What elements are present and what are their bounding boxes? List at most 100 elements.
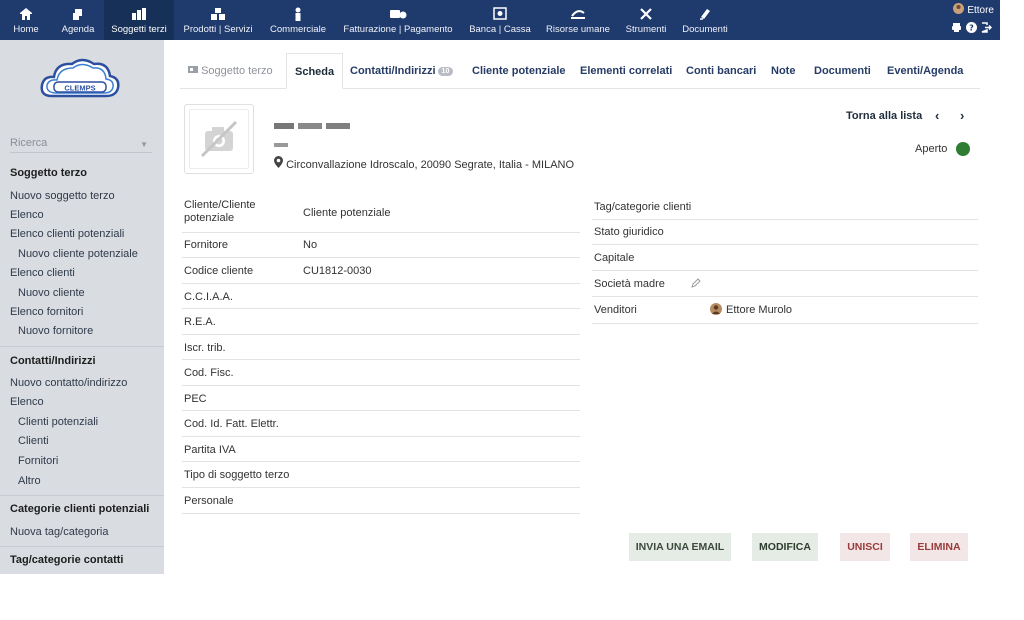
delete-button[interactable]: ELIMINA [910, 533, 968, 561]
merge-button[interactable]: UNISCI [840, 533, 890, 561]
tab-documenti[interactable]: Documenti [814, 53, 871, 89]
field-label: Fornitore [184, 239, 229, 251]
print-icon[interactable] [951, 22, 962, 36]
nav-agenda[interactable]: Agenda [54, 0, 102, 40]
user-menu[interactable]: Ettore [953, 3, 994, 17]
nav-documenti[interactable]: Documenti [676, 0, 734, 40]
field-row: Venditori Ettore Murolo [592, 297, 978, 324]
sidebar-divider [0, 495, 164, 496]
company-name-redacted [274, 121, 352, 129]
field-row: Fornitore No [182, 233, 580, 258]
field-row: Stato giuridico [592, 220, 978, 245]
salesperson-link[interactable]: Ettore Murolo [726, 304, 792, 316]
field-row: Personale [182, 488, 580, 514]
companies-icon [131, 6, 147, 21]
field-label: R.E.A. [184, 316, 216, 328]
map-marker-icon [274, 156, 286, 171]
field-label: C.C.I.A.A. [184, 291, 233, 303]
products-icon [210, 6, 226, 21]
field-label: Tipo di soggetto terzo [184, 469, 290, 481]
link-elenco-fornitori[interactable]: Elenco fornitori [10, 306, 83, 318]
address-text: Circonvallazione Idroscalo, 20090 Segrat… [286, 159, 575, 171]
next-record-arrow[interactable]: › [960, 108, 964, 123]
link-contatti-clienti[interactable]: Clienti [18, 435, 49, 447]
link-contatti-fornitori[interactable]: Fornitori [18, 455, 58, 467]
edit-pencil-icon[interactable] [690, 277, 702, 292]
link-nuovo-fornitore[interactable]: Nuovo fornitore [18, 325, 93, 337]
home-icon [19, 6, 33, 21]
bank-icon [493, 6, 507, 21]
field-row: Cliente/Cliente potenziale Cliente poten… [182, 196, 580, 233]
back-to-list-link[interactable]: Torna alla lista [846, 110, 922, 122]
sidebar-divider [0, 346, 164, 347]
field-label: Cliente/Cliente potenziale [184, 199, 256, 224]
field-row: Iscr. trib. [182, 335, 580, 360]
field-value: CU1812-0030 [303, 265, 372, 277]
nav-label: Risorse umane [546, 24, 610, 35]
field-label: Cod. Id. Fatt. Elettr. [184, 418, 279, 430]
nav-fatturazione-pagamento[interactable]: Fatturazione | Pagamento [336, 0, 460, 40]
tab-contatti-indirizzi[interactable]: Contatti/Indirizzi 10 [350, 53, 454, 89]
nav-label: Commerciale [270, 24, 326, 35]
link-nuova-tag-categoria[interactable]: Nuova tag/categoria [10, 526, 108, 538]
field-label: Codice cliente [184, 265, 254, 277]
field-row: Partita IVA [182, 437, 580, 462]
field-value: No [303, 239, 318, 251]
field-row: C.C.I.A.A. [182, 284, 580, 309]
nav-soggetti-terzi[interactable]: Soggetti terzi [104, 0, 174, 40]
link-nuovo-contatto[interactable]: Nuovo contatto/indirizzo [10, 377, 127, 389]
link-nuovo-cliente[interactable]: Nuovo cliente [18, 287, 85, 299]
link-elenco-contatti[interactable]: Elenco [10, 396, 44, 408]
field-label: Società madre [594, 278, 665, 290]
nav-strumenti[interactable]: Strumenti [620, 0, 672, 40]
link-nuovo-cliente-potenziale[interactable]: Nuovo cliente potenziale [18, 248, 138, 260]
send-email-button[interactable]: INVIA UNA EMAIL [629, 533, 731, 561]
tab-soggetto-terzo[interactable]: Soggetto terzo [188, 53, 273, 89]
link-contatti-altro[interactable]: Altro [18, 475, 41, 487]
link-contatti-clienti-potenziali[interactable]: Clienti potenziali [18, 416, 98, 428]
nav-prodotti-servizi[interactable]: Prodotti | Servizi [178, 0, 258, 40]
link-elenco[interactable]: Elenco [10, 209, 44, 221]
user-avatar-icon [710, 303, 722, 318]
nav-label: Banca | Cassa [469, 24, 531, 35]
field-row: Capitale [592, 245, 978, 271]
nav-label: Agenda [61, 24, 95, 35]
field-row: Cod. Id. Fatt. Elettr. [182, 411, 580, 437]
tab-note[interactable]: Note [771, 53, 795, 89]
nav-risorse-umane[interactable]: Risorse umane [540, 0, 616, 40]
nav-label: Fatturazione | Pagamento [343, 24, 453, 35]
link-nuovo-soggetto-terzo[interactable]: Nuovo soggetto terzo [10, 190, 115, 202]
company-photo[interactable] [184, 104, 254, 174]
section-title-contatti: Contatti/Indirizzi [10, 355, 96, 367]
billing-icon [389, 6, 407, 21]
previous-record-arrow[interactable]: ‹ [935, 108, 939, 123]
nav-banca-cassa[interactable]: Banca | Cassa [464, 0, 536, 40]
field-label: PEC [184, 393, 207, 405]
field-row: Tipo di soggetto terzo [182, 462, 580, 488]
tab-eventi-agenda[interactable]: Eventi/Agenda [887, 53, 963, 89]
search-dropdown[interactable]: Ricerca ▼ [10, 137, 152, 153]
nav-label: Home [13, 24, 39, 35]
logo-text: CLEMPS [64, 84, 95, 93]
field-label: Iscr. trib. [184, 342, 226, 354]
commercial-icon [293, 6, 303, 21]
clemps-logo: CLEMPS [38, 52, 122, 108]
tab-scheda[interactable]: Scheda [286, 53, 344, 89]
status-label: Aperto [915, 143, 948, 155]
link-elenco-clienti-potenziali[interactable]: Elenco clienti potenziali [10, 228, 124, 240]
logout-icon[interactable] [981, 22, 993, 36]
tools-icon [639, 6, 653, 21]
tab-cliente-potenziale[interactable]: Cliente potenziale [472, 53, 566, 89]
field-label: Venditori [594, 304, 637, 316]
nav-commerciale[interactable]: Commerciale [264, 0, 332, 40]
help-icon[interactable]: ? [966, 22, 977, 36]
edit-button[interactable]: MODIFICA [752, 533, 818, 561]
sidebar: CLEMPS Ricerca ▼ Soggetto terzo Nuovo so… [0, 40, 164, 574]
nav-home[interactable]: Home [0, 0, 52, 40]
link-elenco-clienti[interactable]: Elenco clienti [10, 267, 75, 279]
top-actions: ? [951, 22, 993, 36]
tab-elementi-correlati[interactable]: Elementi correlati [580, 53, 672, 89]
search-label: Ricerca [10, 137, 48, 149]
tab-conti-bancari[interactable]: Conti bancari [686, 53, 756, 89]
chevron-down-icon: ▼ [140, 140, 148, 149]
